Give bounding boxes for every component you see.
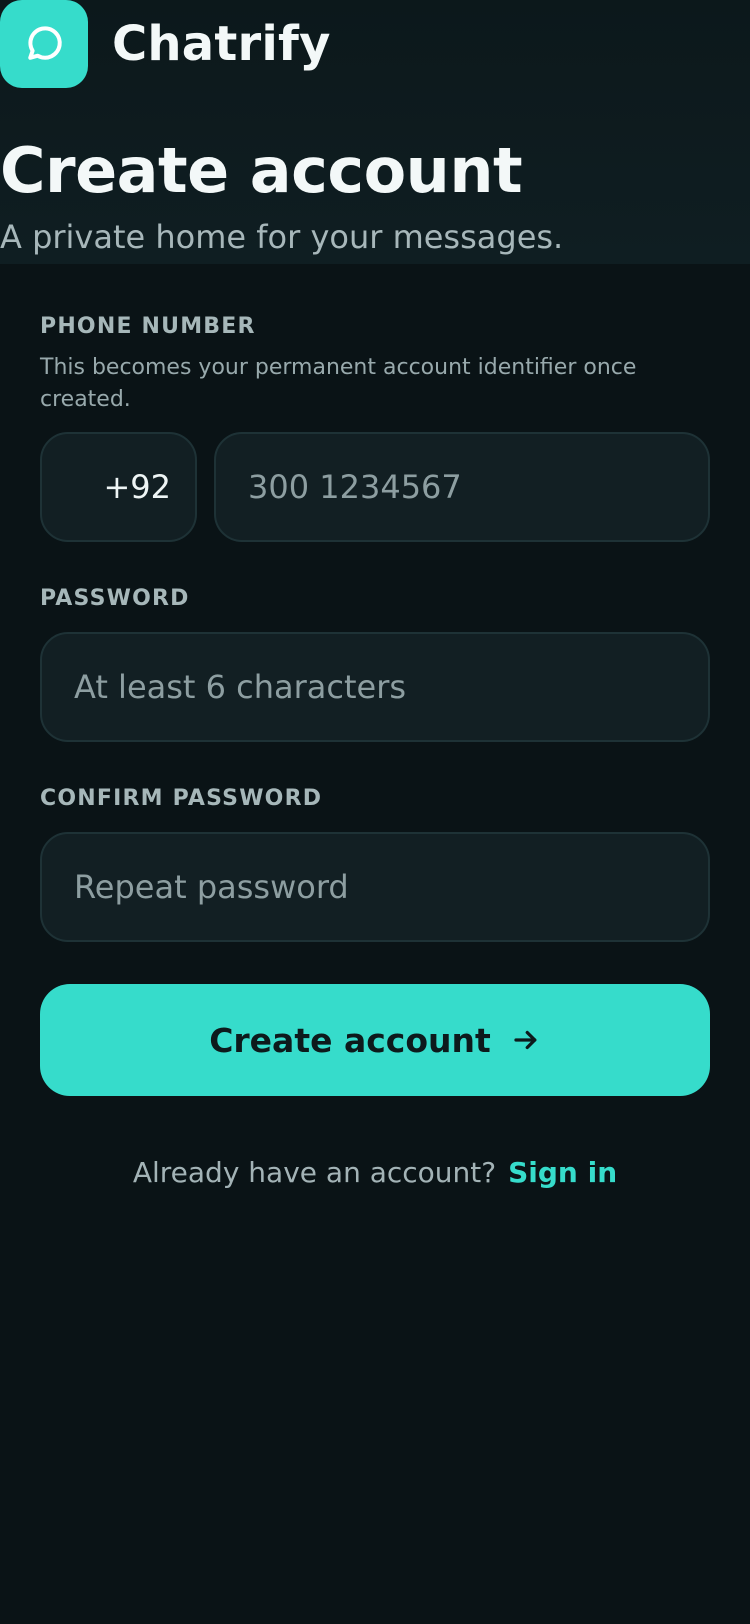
password-label: PASSWORD [40, 586, 190, 611]
sign-in-link[interactable]: Sign in [508, 1156, 617, 1189]
page-subtitle: A private home for your messages. [0, 218, 564, 256]
page-title: Create account [0, 134, 523, 207]
signin-prompt-row: Already have an account? Sign in [40, 1156, 710, 1189]
phone-hint: This becomes your permanent account iden… [40, 355, 637, 412]
confirm-password-label: CONFIRM PASSWORD [40, 786, 323, 811]
brand-header: Chatrify [0, 0, 331, 88]
phone-label: PHONE NUMBER [40, 314, 256, 339]
country-code-value: +92 [103, 468, 171, 506]
password-placeholder: At least 6 characters [74, 668, 407, 706]
signin-prompt-text: Already have an account? [132, 1156, 497, 1189]
create-account-button-label: Create account [209, 1020, 491, 1060]
phone-input[interactable]: 300 1234567 [214, 432, 710, 542]
create-account-button[interactable]: Create account [40, 984, 710, 1096]
brand-name: Chatrify [112, 16, 331, 72]
arrow-right-icon [514, 1030, 537, 1050]
password-input[interactable]: At least 6 characters [40, 632, 710, 742]
phone-placeholder: 300 1234567 [248, 468, 462, 506]
chat-bubble-icon [28, 26, 62, 60]
confirm-password-input[interactable]: Repeat password [40, 832, 710, 942]
app-logo [0, 0, 88, 88]
confirm-password-placeholder: Repeat password [74, 868, 349, 906]
country-code-select[interactable]: +92 [40, 432, 197, 542]
